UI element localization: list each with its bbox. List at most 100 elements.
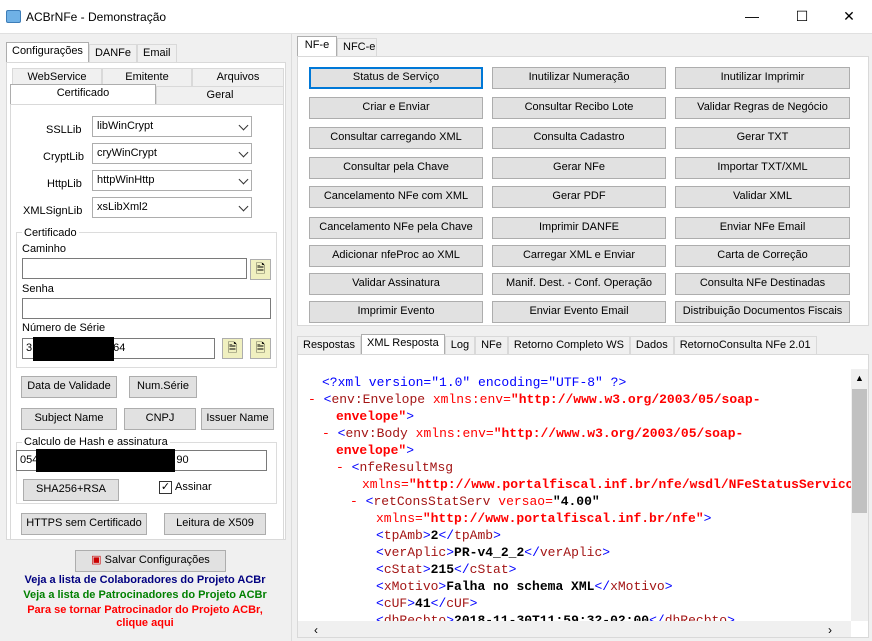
- tab-xml-resposta[interactable]: XML Resposta: [360, 334, 445, 354]
- nfe-action-button[interactable]: Validar XML: [675, 186, 850, 208]
- tab-nfe[interactable]: NF-e: [297, 36, 337, 56]
- ssllib-value: libWinCrypt: [97, 120, 154, 132]
- nfe-action-button[interactable]: Inutilizar Numeração: [492, 67, 666, 89]
- nfe-action-button[interactable]: Manif. Dest. - Conf. Operação: [492, 273, 666, 295]
- nfe-action-button[interactable]: Cancelamento NFe com XML: [309, 186, 483, 208]
- title-bar: ACBrNFe - Demonstração — ☐ ✕: [0, 0, 872, 34]
- caminho-input[interactable]: [22, 258, 247, 279]
- splitter[interactable]: [291, 34, 292, 641]
- tab-log[interactable]: Log: [444, 336, 476, 354]
- nfe-action-button[interactable]: Gerar NFe: [492, 157, 666, 179]
- httplib-label: HttpLib: [47, 178, 82, 190]
- left-tabs: Configurações DANFe Email: [6, 42, 177, 62]
- nfe-action-button[interactable]: Adicionar nfeProc ao XML: [309, 245, 483, 267]
- leitura-x509-button[interactable]: Leitura de X509: [164, 513, 266, 535]
- assinar-checkbox[interactable]: ✓: [159, 481, 172, 494]
- xml-retcons-attr: versao=: [498, 494, 553, 509]
- sha256-rsa-button[interactable]: SHA256+RSA: [23, 479, 119, 501]
- xml-viewer[interactable]: <?xml version="1.0" encoding="UTF-8" ?> …: [297, 354, 869, 638]
- minimize-button[interactable]: —: [744, 8, 760, 24]
- tab-retorno-consulta[interactable]: RetornoConsulta NFe 2.01: [673, 336, 817, 354]
- subtab-certificado[interactable]: Certificado: [10, 84, 156, 104]
- select-cert-2-icon[interactable]: 🗎: [250, 338, 271, 359]
- nfe-action-button[interactable]: Importar TXT/XML: [675, 157, 850, 179]
- data-validade-button[interactable]: Data de Validade: [21, 376, 117, 398]
- nfe-action-button[interactable]: Imprimir Evento: [309, 301, 483, 323]
- nfe-action-button[interactable]: Validar Assinatura: [309, 273, 483, 295]
- num-serie-button[interactable]: Num.Série: [129, 376, 197, 398]
- xml-cuf-value: 41: [415, 596, 431, 611]
- tab-dados[interactable]: Dados: [629, 336, 674, 354]
- subtab-geral[interactable]: Geral: [156, 86, 284, 104]
- nfe-action-button[interactable]: Criar e Enviar: [309, 97, 483, 119]
- nfe-action-button[interactable]: Consulta NFe Destinadas: [675, 273, 850, 295]
- link-patrocinadores[interactable]: Veja a lista de Patrocinadores do Projet…: [0, 589, 290, 601]
- horizontal-scrollbar[interactable]: ‹ ›: [298, 621, 851, 637]
- xml-envelope-val-cont: envelope": [336, 409, 407, 424]
- tab-retorno-completo[interactable]: Retorno Completo WS: [507, 336, 630, 354]
- nfe-action-button[interactable]: Consultar pela Chave: [309, 157, 483, 179]
- nfe-action-button[interactable]: Consultar carregando XML: [309, 127, 483, 149]
- https-sem-certificado-button[interactable]: HTTPS sem Certificado: [21, 513, 147, 535]
- collapse-icon[interactable]: -: [350, 494, 358, 509]
- link-tornar-patrocinador[interactable]: Para se tornar Patrocinador do Projeto A…: [0, 604, 290, 616]
- tab-nfe-result[interactable]: NFe: [475, 336, 508, 354]
- subtab-arquivos[interactable]: Arquivos: [192, 68, 284, 86]
- scroll-left-icon[interactable]: ‹: [314, 623, 318, 637]
- hash-group-label: Calculo de Hash e assinatura: [22, 436, 170, 448]
- xmlsignlib-value: xsLibXml2: [97, 201, 148, 213]
- collapse-icon[interactable]: -: [322, 426, 330, 441]
- tab-configuracoes[interactable]: Configurações: [6, 42, 89, 62]
- xmlsignlib-select[interactable]: xsLibXml2: [92, 197, 252, 218]
- nfe-action-button[interactable]: Validar Regras de Negócio: [675, 97, 850, 119]
- collapse-icon[interactable]: -: [308, 392, 316, 407]
- nfe-action-button[interactable]: Inutilizar Imprimir: [675, 67, 850, 89]
- nfe-action-button[interactable]: Gerar TXT: [675, 127, 850, 149]
- chevron-down-icon: [238, 201, 249, 212]
- cryptlib-select[interactable]: cryWinCrypt: [92, 143, 252, 164]
- subject-name-button[interactable]: Subject Name: [21, 408, 117, 430]
- tab-nfce[interactable]: NFC-e: [337, 38, 377, 56]
- salvar-configuracoes-button[interactable]: ▣ Salvar Configurações: [75, 550, 226, 572]
- xml-retcons-xmlns-val: "http://www.portalfiscal.inf.br/nfe": [422, 511, 704, 526]
- caminho-label: Caminho: [22, 243, 67, 255]
- redaction: [33, 337, 114, 361]
- xml-xmotivo-value: Falha no schema XML: [446, 579, 595, 594]
- senha-input[interactable]: [22, 298, 271, 319]
- maximize-button[interactable]: ☐: [794, 8, 810, 24]
- tab-email[interactable]: Email: [137, 44, 177, 62]
- ssllib-label: SSLLib: [46, 124, 82, 136]
- nfe-action-button[interactable]: Distribuição Documentos Fiscais: [675, 301, 850, 323]
- nfe-action-button[interactable]: Consulta Cadastro: [492, 127, 666, 149]
- issuer-name-button[interactable]: Issuer Name: [201, 408, 274, 430]
- open-file-icon[interactable]: 🗎: [250, 259, 271, 280]
- link-colaboradores[interactable]: Veja a lista de Colaboradores do Projeto…: [0, 574, 290, 586]
- close-button[interactable]: ✕: [841, 8, 857, 24]
- nfe-action-button[interactable]: Cancelamento NFe pela Chave: [309, 217, 483, 239]
- tab-danfe[interactable]: DANFe: [88, 44, 137, 62]
- select-cert-icon[interactable]: 🗎: [222, 338, 243, 359]
- chevron-down-icon: [238, 120, 249, 131]
- nfe-action-button[interactable]: Carta de Correção: [675, 245, 850, 267]
- collapse-icon[interactable]: -: [336, 460, 344, 475]
- tab-respostas[interactable]: Respostas: [297, 336, 361, 354]
- nfe-action-button[interactable]: Status de Serviço: [309, 67, 483, 89]
- nfe-action-button[interactable]: Gerar PDF: [492, 186, 666, 208]
- scroll-thumb[interactable]: [852, 389, 867, 513]
- ssllib-select[interactable]: libWinCrypt: [92, 116, 252, 137]
- xmlsignlib-label: XMLSignLib: [23, 205, 83, 217]
- nfe-action-button[interactable]: Enviar Evento Email: [492, 301, 666, 323]
- scroll-right-icon[interactable]: ›: [828, 623, 832, 637]
- scroll-up-icon[interactable]: ▲: [855, 373, 864, 383]
- nfe-action-button[interactable]: Enviar NFe Email: [675, 217, 850, 239]
- link-clique-aqui[interactable]: clique aqui: [0, 617, 290, 629]
- nfe-action-button[interactable]: Imprimir DANFE: [492, 217, 666, 239]
- cnpj-button[interactable]: CNPJ: [124, 408, 196, 430]
- nfe-action-button[interactable]: Consultar Recibo Lote: [492, 97, 666, 119]
- right-tabs: NF-e NFC-e: [297, 36, 377, 56]
- nfe-action-button[interactable]: Carregar XML e Enviar: [492, 245, 666, 267]
- salvar-label: Salvar Configurações: [104, 554, 210, 566]
- httplib-select[interactable]: httpWinHttp: [92, 170, 252, 191]
- vertical-scrollbar[interactable]: ▲: [851, 369, 868, 621]
- xml-cstat-value: 215: [430, 562, 455, 577]
